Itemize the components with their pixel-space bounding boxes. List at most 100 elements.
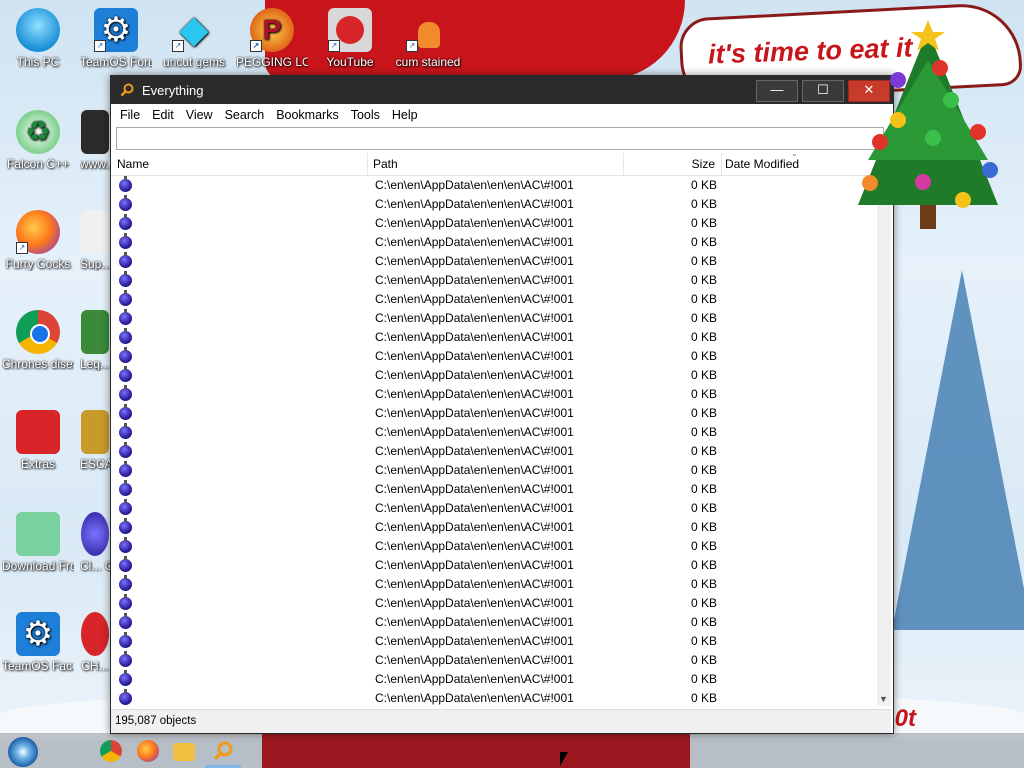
column-header-path[interactable]: Path (373, 153, 624, 175)
table-row[interactable]: C:\en\en\AppData\en\en\en\AC\#!001 0 KB (111, 518, 877, 537)
everything-icon[interactable] (212, 740, 234, 762)
table-row[interactable]: C:\en\en\AppData\en\en\en\AC\#!001 0 KB (111, 347, 877, 366)
everything-window[interactable]: Everything — ☐ ✕ File Edit View Search Bookm… (110, 75, 894, 734)
row-path: C:\en\en\AppData\en\en\en\AC\#!001 (375, 311, 574, 325)
table-row[interactable]: C:\en\en\AppData\en\en\en\AC\#!001 0 KB (111, 594, 877, 613)
row-size: 0 KB (690, 596, 717, 610)
menu-file[interactable]: File (114, 104, 146, 126)
desktop-icon-this-pc[interactable]: This PC (2, 8, 74, 69)
folder-icon (16, 410, 60, 454)
scroll-down-arrow-icon[interactable]: ▼ (879, 694, 888, 704)
maximize-button[interactable]: ☐ (802, 80, 844, 102)
file-explorer-icon[interactable] (173, 743, 195, 761)
menu-edit[interactable]: Edit (146, 104, 180, 126)
computer-icon (16, 8, 60, 52)
file-icon (119, 328, 132, 344)
row-size: 0 KB (690, 425, 717, 439)
table-row[interactable]: C:\en\en\AppData\en\en\en\AC\#!001 0 KB (111, 309, 877, 328)
desktop-icon-pegging-lol[interactable]: P↗ PEGGING LOL (236, 8, 308, 69)
table-row[interactable]: C:\en\en\AppData\en\en\en\AC\#!001 0 KB (111, 195, 877, 214)
desktop-icon-esca[interactable]: ESCA... (80, 410, 110, 471)
file-icon (119, 670, 132, 686)
desktop-icon-teamos-facebook[interactable]: ⚙ TeamOS Facebo... (2, 612, 74, 673)
table-row[interactable]: C:\en\en\AppData\en\en\en\AC\#!001 0 KB (111, 461, 877, 480)
menu-tools[interactable]: Tools (345, 104, 386, 126)
results-list[interactable]: C:\en\en\AppData\en\en\en\AC\#!001 0 KB C:… (111, 176, 877, 706)
column-header-size[interactable]: Size (627, 153, 722, 175)
desktop-icon-cum-stained[interactable]: ↗ cum stained (392, 8, 464, 69)
menu-search[interactable]: Search (219, 104, 271, 126)
desktop-icon-extras[interactable]: Extras (2, 410, 74, 471)
table-row[interactable]: C:\en\en\AppData\en\en\en\AC\#!001 0 KB (111, 651, 877, 670)
chrome-icon[interactable] (100, 740, 122, 762)
row-size: 0 KB (690, 615, 717, 629)
character-icon (81, 310, 109, 354)
table-row[interactable]: C:\en\en\AppData\en\en\en\AC\#!001 0 KB (111, 252, 877, 271)
desktop-icon-ch[interactable]: CH... (80, 612, 110, 673)
file-icon (119, 632, 132, 648)
desktop-icon-download-from-team[interactable]: Download From team... (2, 512, 74, 573)
vertical-scrollbar[interactable]: ▼ (877, 153, 891, 706)
table-row[interactable]: C:\en\en\AppData\en\en\en\AC\#!001 0 KB (111, 385, 877, 404)
minimize-button[interactable]: — (756, 80, 798, 102)
desktop-icon-leg[interactable]: Leg... 2 (80, 310, 110, 371)
desktop-icon-www[interactable]: www... (80, 110, 110, 171)
table-row[interactable]: C:\en\en\AppData\en\en\en\AC\#!001 0 KB (111, 613, 877, 632)
file-icon (119, 537, 132, 553)
menu-help[interactable]: Help (386, 104, 424, 126)
table-row[interactable]: C:\en\en\AppData\en\en\en\AC\#!001 0 KB (111, 233, 877, 252)
table-row[interactable]: C:\en\en\AppData\en\en\en\AC\#!001 0 KB (111, 499, 877, 518)
table-row[interactable]: C:\en\en\AppData\en\en\en\AC\#!001 0 KB (111, 442, 877, 461)
desktop-icon-chrones-disease[interactable]: Chrones disease (2, 310, 74, 371)
table-row[interactable]: C:\en\en\AppData\en\en\en\AC\#!001 0 KB (111, 290, 877, 309)
start-icon[interactable] (8, 737, 38, 767)
red-icon (81, 612, 109, 656)
table-row[interactable]: C:\en\en\AppData\en\en\en\AC\#!001 0 KB (111, 271, 877, 290)
title-bar[interactable]: Everything — ☐ ✕ (111, 76, 893, 104)
row-path: C:\en\en\AppData\en\en\en\AC\#!001 (375, 558, 574, 572)
menu-bookmarks[interactable]: Bookmarks (270, 104, 345, 126)
row-size: 0 KB (690, 197, 717, 211)
file-icon (119, 404, 132, 420)
notepad-icon (16, 512, 60, 556)
file-icon (119, 556, 132, 572)
table-row[interactable]: C:\en\en\AppData\en\en\en\AC\#!001 0 KB (111, 480, 877, 499)
table-row[interactable]: C:\en\en\AppData\en\en\en\AC\#!001 0 KB (111, 556, 877, 575)
desktop-icon-cl-ch[interactable]: Cl... Ch... (80, 512, 110, 573)
desktop-icon-falcon-cpp[interactable]: ♻ Falcon C++ (2, 110, 74, 171)
table-row[interactable]: C:\en\en\AppData\en\en\en\AC\#!001 0 KB (111, 689, 877, 706)
row-path: C:\en\en\AppData\en\en\en\AC\#!001 (375, 615, 574, 629)
table-row[interactable]: C:\en\en\AppData\en\en\en\AC\#!001 0 KB (111, 423, 877, 442)
menu-view[interactable]: View (180, 104, 219, 126)
row-path: C:\en\en\AppData\en\en\en\AC\#!001 (375, 596, 574, 610)
file-icon (119, 689, 132, 705)
desktop-icon-youtube[interactable]: ↗ YouTube (314, 8, 386, 69)
table-row[interactable]: C:\en\en\AppData\en\en\en\AC\#!001 0 KB (111, 176, 877, 195)
row-path: C:\en\en\AppData\en\en\en\AC\#!001 (375, 520, 574, 534)
web-icon (81, 110, 109, 154)
table-row[interactable]: C:\en\en\AppData\en\en\en\AC\#!001 0 KB (111, 575, 877, 594)
row-size: 0 KB (690, 330, 717, 344)
shortcut-arrow-icon: ↗ (94, 40, 106, 52)
desktop-icon-uncut-gems[interactable]: ◆ ↗ uncut gems (158, 8, 230, 69)
row-size: 0 KB (690, 368, 717, 382)
wallpaper-tree-silhouette (892, 270, 1024, 630)
desktop-icon-teamos-forum[interactable]: ⚙↗ TeamOS Foru... (80, 8, 152, 69)
firefox-icon[interactable] (137, 740, 159, 762)
table-row[interactable]: C:\en\en\AppData\en\en\en\AC\#!001 0 KB (111, 328, 877, 347)
table-row[interactable]: C:\en\en\AppData\en\en\en\AC\#!001 0 KB (111, 214, 877, 233)
row-size: 0 KB (690, 539, 717, 553)
shortcut-arrow-icon: ↗ (406, 40, 418, 52)
table-row[interactable]: C:\en\en\AppData\en\en\en\AC\#!001 0 KB (111, 537, 877, 556)
figure-icon: ↗ (406, 8, 450, 52)
desktop-icon-sup[interactable]: Sup... (80, 210, 110, 271)
table-row[interactable]: C:\en\en\AppData\en\en\en\AC\#!001 0 KB (111, 670, 877, 689)
search-input[interactable] (116, 127, 884, 150)
row-size: 0 KB (690, 501, 717, 515)
column-header-name[interactable]: Name (117, 153, 368, 175)
table-row[interactable]: C:\en\en\AppData\en\en\en\AC\#!001 0 KB (111, 404, 877, 423)
orb-icon (81, 512, 109, 556)
table-row[interactable]: C:\en\en\AppData\en\en\en\AC\#!001 0 KB (111, 366, 877, 385)
desktop-icon-furry-cocks[interactable]: ↗ Furry Cocks (2, 210, 74, 271)
table-row[interactable]: C:\en\en\AppData\en\en\en\AC\#!001 0 KB (111, 632, 877, 651)
